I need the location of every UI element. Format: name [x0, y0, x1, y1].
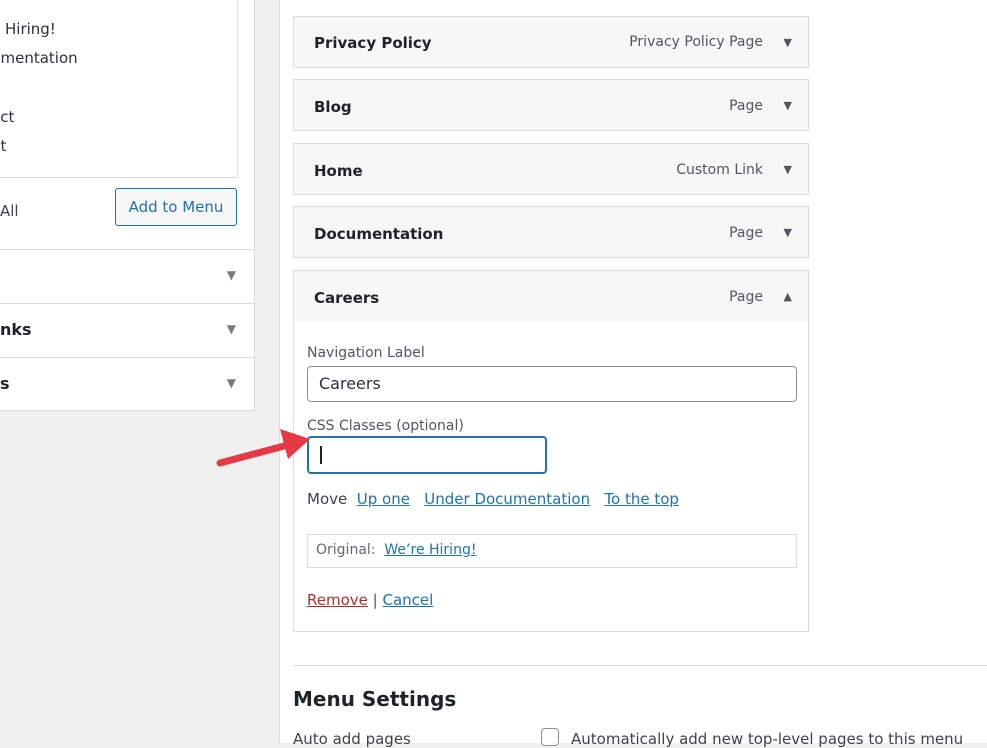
original-page-link[interactable]: We’re Hiring! [384, 542, 476, 558]
menu-item-documentation[interactable]: Documentation Page ▼ [293, 206, 809, 258]
auto-add-pages-checkbox[interactable] [541, 728, 559, 746]
menu-item-type: Privacy Policy Page [629, 34, 763, 50]
triangle-down-icon[interactable]: ▼ [227, 322, 236, 336]
page-item-documentation[interactable]: umentation [0, 49, 78, 67]
move-controls: Move Up one Under Documentation To the t… [307, 490, 679, 508]
item-actions: Remove | Cancel [307, 591, 433, 609]
page-item-contact[interactable]: act [0, 108, 14, 126]
triangle-down-icon[interactable]: ▼ [784, 163, 792, 176]
move-under-documentation-link[interactable]: Under Documentation [424, 490, 590, 508]
triangle-up-icon[interactable]: ▲ [784, 290, 792, 303]
triangle-down-icon[interactable]: ▼ [784, 99, 792, 112]
triangle-down-icon[interactable]: ▼ [784, 226, 792, 239]
menu-item-type: Page [729, 225, 763, 241]
menu-item-blog[interactable]: Blog Page ▼ [293, 79, 809, 131]
add-to-menu-button[interactable]: Add to Menu [115, 188, 237, 226]
navigation-label-title: Navigation Label [307, 345, 425, 361]
move-to-top-link[interactable]: To the top [604, 490, 679, 508]
accordion-label: nks [0, 320, 32, 339]
select-all-link[interactable]: All [0, 202, 19, 220]
triangle-down-icon[interactable]: ▼ [227, 376, 236, 390]
cancel-link[interactable]: Cancel [383, 591, 434, 609]
text-cursor [320, 446, 322, 464]
original-info: Original: We’re Hiring! [307, 534, 797, 568]
menu-structure-panel: Privacy Policy Privacy Policy Page ▼ Blo… [279, 0, 987, 748]
move-label: Move [307, 490, 348, 508]
menu-item-settings: Navigation Label Careers CSS Classes (op… [293, 322, 809, 632]
triangle-down-icon[interactable]: ▼ [227, 268, 236, 282]
menu-item-type: Page [729, 289, 763, 305]
accordion-categories[interactable]: s ▼ [0, 357, 254, 410]
menu-item-title: Blog [314, 98, 352, 116]
divider [293, 665, 987, 666]
menu-item-title: Careers [314, 289, 380, 307]
menu-item-type: Custom Link [676, 162, 763, 178]
accordion-label: s [0, 374, 10, 393]
action-separator: | [372, 591, 378, 609]
menu-item-type: Page [729, 98, 763, 114]
menu-item-home[interactable]: Home Custom Link ▼ [293, 143, 809, 195]
menu-item-careers[interactable]: Careers Page ▲ [293, 270, 809, 323]
menu-item-privacy-policy[interactable]: Privacy Policy Privacy Policy Page ▼ [293, 16, 809, 68]
left-panel: e Hiring! umentation act ut All Add to M… [0, 0, 255, 411]
navigation-label-input[interactable]: Careers [307, 366, 797, 402]
move-up-one-link[interactable]: Up one [357, 490, 410, 508]
accordion-custom-links[interactable]: nks ▼ [0, 303, 254, 356]
css-classes-title: CSS Classes (optional) [307, 418, 464, 434]
menu-item-title: Documentation [314, 225, 444, 243]
page-item-hiring[interactable]: e Hiring! [0, 20, 56, 38]
triangle-down-icon[interactable]: ▼ [784, 36, 792, 49]
menu-item-title: Privacy Policy [314, 34, 432, 52]
page-checklist: e Hiring! umentation act ut [0, 0, 238, 178]
auto-add-pages-label: Auto add pages [293, 730, 411, 748]
auto-add-pages-checkbox-label[interactable]: Automatically add new top-level pages to… [571, 730, 963, 748]
red-arrow-icon [216, 429, 310, 467]
menu-settings-heading: Menu Settings [293, 687, 457, 711]
page-item-about[interactable]: ut [0, 137, 6, 155]
remove-link[interactable]: Remove [307, 591, 368, 609]
original-label: Original: [316, 542, 376, 558]
accordion-posts[interactable]: ▼ [0, 249, 254, 302]
menu-item-title: Home [314, 162, 363, 180]
css-classes-input[interactable] [307, 436, 547, 474]
